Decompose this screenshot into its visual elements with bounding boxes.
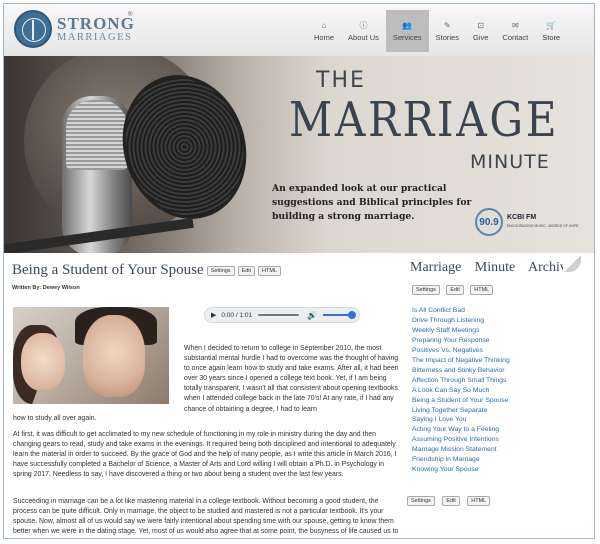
archive-link[interactable]: Drive Through Listening (412, 316, 585, 326)
marriage-minute-banner: THE MARRIAGE MINUTE An expanded look at … (4, 56, 594, 253)
site-header: STRONG MARRIAGES ® ⌂ Home ⓘ About Us 👥 Servic… (4, 4, 594, 57)
services-icon: 👥 (402, 21, 413, 30)
kcbi-logo: 90.9 KCBI FM ENCOURAGING MUSIC...WORDS O… (475, 208, 579, 236)
article: Being a Student of Your Spouse Settings … (12, 262, 400, 535)
archive-link[interactable]: A Look Can Say So Much (412, 386, 585, 396)
archive-link[interactable]: Marriage Mission Statement (412, 445, 585, 455)
nav-item-about-us[interactable]: ⓘ About Us (341, 10, 386, 52)
sidebar-html-button[interactable]: HTML (470, 285, 494, 295)
banner-minute: MINUTE (470, 151, 550, 173)
microphone-grill (66, 100, 128, 170)
logo-emblem-icon (14, 10, 52, 48)
archive-sidebar: Marriage Minute Archive Settings Edit HT… (407, 256, 585, 475)
nav-item-store[interactable]: 🛒 Store (535, 10, 567, 52)
main-nav: ⌂ Home ⓘ About Us 👥 Services ✎ Stories ⊡ Give ✉ Con… (307, 10, 567, 52)
station-tagline: ENCOURAGING MUSIC...WORDS OF HOPE (507, 224, 579, 228)
archive-link[interactable]: Assuming Positive Intentions (412, 435, 585, 445)
archive-link[interactable]: Friendship in Marriage (412, 455, 585, 465)
html-button[interactable]: HTML (258, 265, 282, 276)
volume-icon[interactable]: 🔊 (307, 311, 317, 320)
nav-item-services[interactable]: 👥 Services (385, 10, 429, 52)
article-paragraph-2: At first, it was difficult to get acclim… (13, 431, 397, 479)
contact-icon: ✉ (511, 21, 519, 30)
archive-link[interactable]: Weekly Staff Meetings (412, 326, 585, 336)
page-curl-icon (563, 256, 581, 272)
settings-button[interactable]: Settings (206, 265, 235, 276)
banner-the: THE (316, 68, 366, 93)
article-paragraph-3: Succeeding in marriage can be a lot like… (13, 498, 399, 536)
nav-label: Services (392, 33, 422, 42)
article-title: Being a Student of Your Spouse (12, 262, 204, 278)
audio-time: 0:00 / 1:01 (221, 311, 253, 319)
banner-marriage: MARRIAGE (289, 92, 560, 148)
banner-description: An expanded look at our practical sugges… (272, 183, 472, 222)
sidebar-title: Marriage Minute Archive (410, 260, 574, 275)
archive-list: Is All Conflict Bad Drive Through Listeni… (412, 306, 585, 475)
nav-item-stories[interactable]: ✎ Stories (429, 10, 466, 52)
page-frame: STRONG MARRIAGES ® ⌂ Home ⓘ About Us 👥 Servic… (3, 3, 595, 539)
archive-link[interactable]: Is All Conflict Bad (412, 306, 585, 316)
archive-link[interactable]: Being a Student of Your Spouse (412, 396, 585, 406)
audio-player: ▶ 0:00 / 1:01 🔊 (204, 307, 360, 323)
article-paragraph-1: When I decided to return to college in S… (184, 345, 399, 413)
about-us-icon: ⓘ (359, 21, 368, 30)
sidebar-edit-button[interactable]: Edit (446, 285, 464, 295)
site-logo[interactable]: STRONG MARRIAGES ® (14, 10, 135, 48)
nav-label: About Us (348, 33, 379, 42)
bottom-html-button[interactable]: HTML (467, 496, 491, 506)
nav-item-home[interactable]: ⌂ Home (307, 10, 341, 52)
sidebar-bottom-controls: Settings Edit HTML (407, 489, 493, 507)
bottom-edit-button[interactable]: Edit (442, 496, 460, 506)
logo-line2: MARRIAGES (57, 31, 133, 43)
nav-item-give[interactable]: ⊡ Give (466, 10, 495, 52)
nav-label: Contact (502, 33, 529, 42)
store-icon: 🛒 (546, 21, 557, 30)
logo-text: STRONG MARRIAGES (57, 15, 135, 44)
nav-label: Home (314, 33, 335, 42)
archive-link[interactable]: Living Together Separate (412, 406, 585, 416)
archive-link[interactable]: Affection Through Small Things (412, 376, 585, 386)
archive-link[interactable]: Positives Vs. Negatives (412, 346, 585, 356)
archive-link[interactable]: Bitterness and Stinky Behavior (412, 366, 585, 376)
bottom-settings-button[interactable]: Settings (407, 496, 435, 506)
volume-slider[interactable] (323, 311, 356, 319)
archive-link[interactable]: Acting Your Way to a Feeling (412, 425, 585, 435)
couple-photo (13, 307, 169, 404)
nav-item-contact[interactable]: ✉ Contact (495, 10, 535, 52)
edit-button[interactable]: Edit (237, 265, 256, 276)
article-paragraph-1-continued: how to study all over again. (13, 415, 97, 422)
woman-face (21, 333, 65, 391)
archive-link[interactable]: The Impact of Negative Thinking (412, 356, 585, 366)
station-number: 90.9 (475, 208, 503, 236)
logo-line1: STRONG (57, 13, 135, 33)
nav-label: Store (542, 33, 561, 42)
play-icon[interactable]: ▶ (211, 311, 216, 319)
audio-progress-track[interactable] (258, 314, 300, 316)
give-icon: ⊡ (477, 21, 485, 30)
archive-link[interactable]: Saying I Love You (412, 415, 585, 425)
archive-link[interactable]: Knowing Your Spouse (412, 465, 585, 475)
nav-label: Give (472, 33, 489, 42)
home-icon: ⌂ (321, 21, 327, 30)
article-author: Written By: Dewey Wilson (12, 285, 80, 291)
nav-label: Stories (435, 33, 459, 42)
archive-link[interactable]: Preparing Your Response (412, 336, 585, 346)
registered-mark: ® (128, 12, 133, 18)
man-face (83, 315, 145, 397)
stories-icon: ✎ (443, 21, 451, 30)
sidebar-settings-button[interactable]: Settings (412, 285, 440, 295)
station-name: KCBI FM (507, 214, 537, 221)
